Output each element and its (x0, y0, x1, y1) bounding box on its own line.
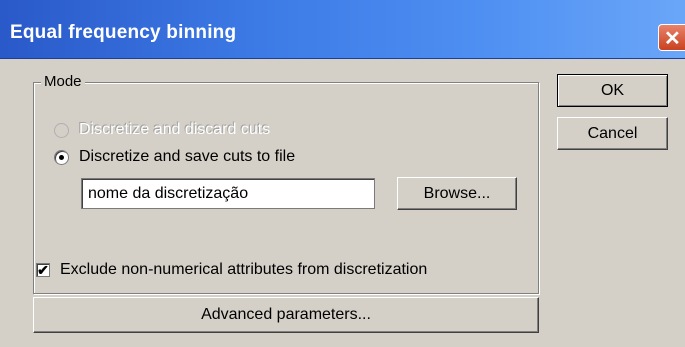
title-bar[interactable]: Equal frequency binning ✕ (0, 0, 685, 59)
close-button[interactable]: ✕ (658, 24, 685, 51)
radio-save-cuts[interactable]: Discretize and save cuts to file (54, 148, 295, 166)
ok-button[interactable]: OK (557, 74, 668, 107)
exclude-nonnumerical-label: Exclude non-numerical attributes from di… (60, 261, 428, 278)
cuts-file-input[interactable]: nome da discretização (81, 178, 375, 209)
window-title: Equal frequency binning (10, 22, 237, 43)
radio-save-label: Discretize and save cuts to file (79, 148, 296, 165)
radio-discard-label: Discretize and discard cuts (79, 121, 271, 138)
exclude-nonnumerical-row[interactable]: ✔ Exclude non-numerical attributes from … (36, 261, 427, 279)
dialog-client-area: Mode Discretize and discard cuts Discret… (0, 59, 685, 347)
mode-group-label: Mode (41, 73, 85, 90)
radio-icon (54, 122, 69, 138)
browse-button[interactable]: Browse... (397, 177, 517, 210)
cancel-button[interactable]: Cancel (557, 117, 668, 150)
close-icon: ✕ (664, 28, 681, 50)
checkbox-icon[interactable]: ✔ (36, 263, 50, 277)
advanced-parameters-button[interactable]: Advanced parameters... (33, 297, 539, 333)
dialog-window: Equal frequency binning ✕ Mode Discretiz… (0, 0, 685, 347)
radio-icon[interactable] (54, 149, 69, 165)
radio-discard-cuts: Discretize and discard cuts (54, 121, 270, 139)
